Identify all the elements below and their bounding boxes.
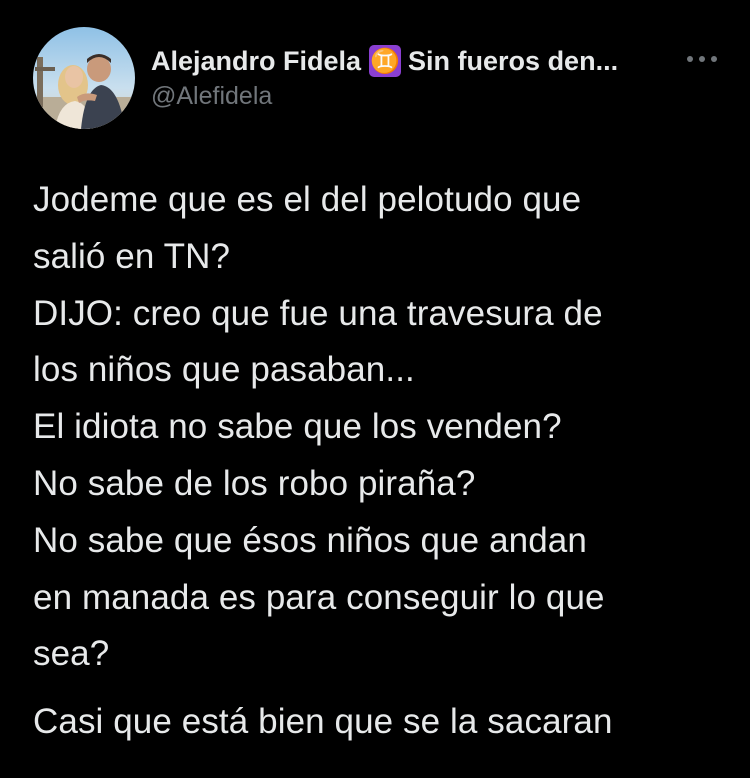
tweet-text-line: sea? bbox=[33, 634, 110, 674]
tweet-text-line: DIJO: creo que fue una travesura de bbox=[33, 293, 603, 333]
gemini-zodiac-icon: ♊ bbox=[369, 45, 402, 77]
tweet: Alejandro Fidela ♊ Sin fueros den... @Al… bbox=[0, 0, 750, 778]
tweet-text-last-paragraph: Casi que está bien que se la sacaran bbox=[33, 702, 613, 742]
author-name-row[interactable]: Alejandro Fidela ♊ Sin fueros den... bbox=[151, 42, 731, 80]
author-handle[interactable]: @Alefidela bbox=[151, 82, 731, 111]
tweet-text: Jodeme que es el del pelotudo que salió … bbox=[33, 172, 723, 751]
more-options-icon[interactable] bbox=[685, 54, 719, 64]
tweet-text-line: El idiota no sabe que los venden? bbox=[33, 407, 562, 447]
tweet-text-line: en manada es para conseguir lo que bbox=[33, 577, 605, 617]
avatar-photo bbox=[33, 27, 135, 129]
tweet-text-line: los niños que pasaban... bbox=[33, 350, 415, 390]
tweet-text-line: No sabe de los robo piraña? bbox=[33, 463, 476, 503]
author-avatar[interactable] bbox=[33, 27, 135, 129]
author-display-name[interactable]: Alejandro Fidela bbox=[151, 46, 361, 77]
tweet-text-line: No sabe que ésos niños que andan bbox=[33, 520, 587, 560]
tweet-header: Alejandro Fidela ♊ Sin fueros den... @Al… bbox=[151, 42, 731, 111]
tweet-text-line: Jodeme que es el del pelotudo que bbox=[33, 180, 582, 219]
author-display-name-suffix[interactable]: Sin fueros den... bbox=[408, 46, 618, 77]
tweet-text-line: salió en TN? bbox=[33, 236, 231, 276]
